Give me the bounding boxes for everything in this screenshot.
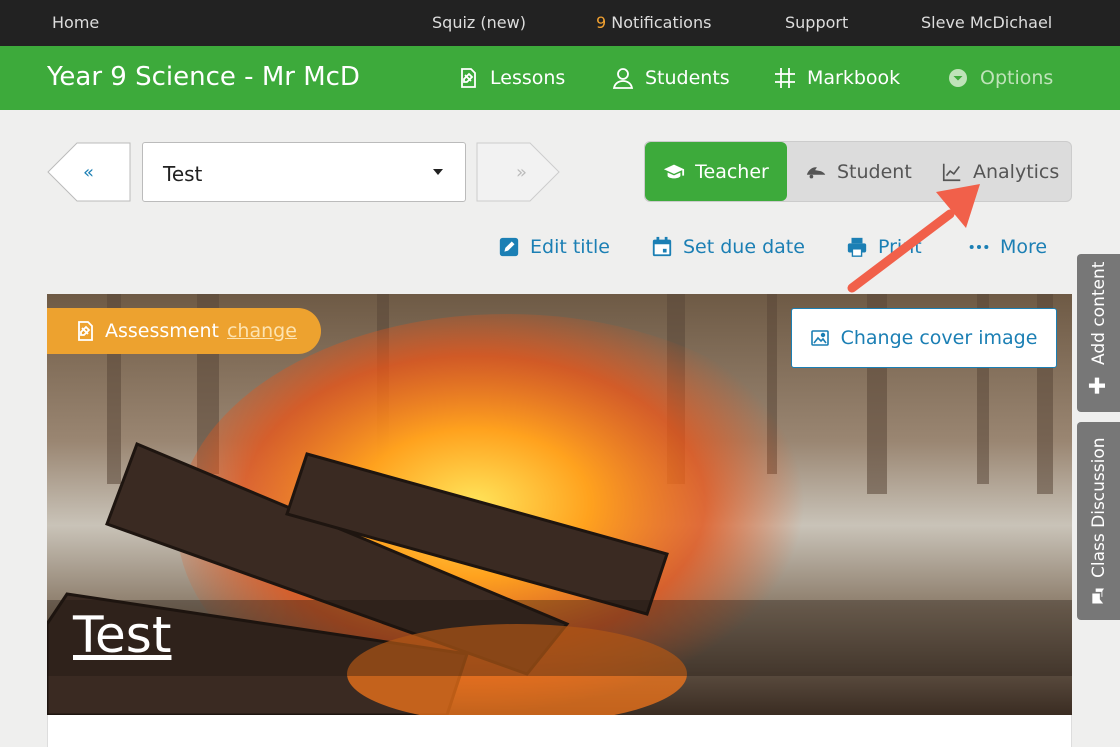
student-icon bbox=[806, 166, 826, 178]
teacher-label: Teacher bbox=[695, 160, 769, 183]
assessment-badge: Assessment change bbox=[47, 308, 321, 354]
notifications-label: Notifications bbox=[611, 13, 712, 32]
change-cover-image-button[interactable]: Change cover image bbox=[791, 308, 1057, 368]
assessment-label: Assessment bbox=[105, 320, 219, 342]
add-content-label: Add content bbox=[1089, 261, 1109, 365]
set-due-date-label: Set due date bbox=[683, 236, 805, 258]
title-band bbox=[47, 600, 1072, 676]
lesson-title[interactable]: Test bbox=[73, 606, 171, 664]
markbook-icon bbox=[775, 68, 795, 88]
home-link[interactable]: Home bbox=[52, 13, 99, 32]
lesson-content-area bbox=[47, 715, 1072, 747]
plus-icon: ✚ bbox=[1086, 373, 1112, 398]
previous-button-shape: « bbox=[47, 142, 131, 202]
options-label: Options bbox=[980, 67, 1054, 89]
squiz-link[interactable]: Squiz (new) bbox=[432, 13, 526, 32]
edit-title-button[interactable]: Edit title bbox=[498, 236, 610, 258]
markbook-label: Markbook bbox=[807, 67, 901, 89]
students-label: Students bbox=[645, 67, 730, 89]
lessons-label: Lessons bbox=[490, 67, 566, 89]
add-content-tab-label: ✚ Add content bbox=[1086, 262, 1112, 398]
chevron-down-icon bbox=[949, 69, 967, 87]
next-lesson-button[interactable]: » bbox=[476, 142, 560, 202]
class-title[interactable]: Year 9 Science - Mr McD bbox=[47, 62, 360, 92]
graduation-cap-icon bbox=[664, 164, 685, 178]
class-discussion-tab-label: Class Discussion bbox=[1087, 436, 1111, 606]
change-cover-image-label: Change cover image bbox=[840, 327, 1038, 349]
add-content-tab[interactable]: ✚ Add content bbox=[1077, 254, 1120, 412]
next-button-shape: » bbox=[476, 142, 560, 202]
options-nav[interactable]: Options bbox=[946, 66, 1053, 90]
teacher-mode-button[interactable]: Teacher bbox=[645, 142, 787, 201]
user-menu[interactable]: Sleve McDichael bbox=[921, 13, 1052, 32]
class-discussion-label: Class Discussion bbox=[1089, 437, 1109, 578]
previous-lesson-button[interactable]: « bbox=[47, 142, 131, 202]
next-label: » bbox=[516, 162, 527, 183]
annotation-arrow bbox=[847, 184, 980, 293]
notifications-count: 9 bbox=[596, 13, 607, 32]
top-nav-bar: Home Squiz (new) 9 Notifications Support… bbox=[0, 0, 1120, 46]
students-icon bbox=[612, 68, 634, 89]
students-nav[interactable]: Students bbox=[611, 66, 730, 90]
assessment-icon bbox=[78, 321, 93, 341]
class-header: Year 9 Science - Mr McD Lessons Students… bbox=[0, 46, 1120, 110]
caret-down-icon bbox=[433, 169, 443, 175]
previous-label: « bbox=[83, 162, 94, 183]
lessons-nav[interactable]: Lessons bbox=[456, 66, 565, 90]
change-type-link[interactable]: change bbox=[227, 320, 297, 342]
notifications-link[interactable]: 9 Notifications bbox=[596, 13, 711, 32]
lesson-select[interactable]: Test bbox=[142, 142, 466, 202]
support-link[interactable]: Support bbox=[785, 13, 848, 32]
edit-icon bbox=[499, 237, 519, 257]
lessons-icon bbox=[461, 68, 476, 88]
cover-image: Assessment change Change cover image Tes… bbox=[47, 294, 1072, 715]
calendar-icon bbox=[652, 236, 672, 257]
image-icon bbox=[810, 330, 829, 346]
class-discussion-tab[interactable]: Class Discussion bbox=[1077, 422, 1120, 620]
chat-bubbles-icon bbox=[1092, 588, 1104, 604]
more-label: More bbox=[1000, 236, 1048, 258]
edit-title-label: Edit title bbox=[530, 236, 610, 258]
lesson-select-value: Test bbox=[163, 162, 203, 186]
markbook-nav[interactable]: Markbook bbox=[773, 66, 900, 90]
set-due-date-button[interactable]: Set due date bbox=[651, 236, 805, 258]
